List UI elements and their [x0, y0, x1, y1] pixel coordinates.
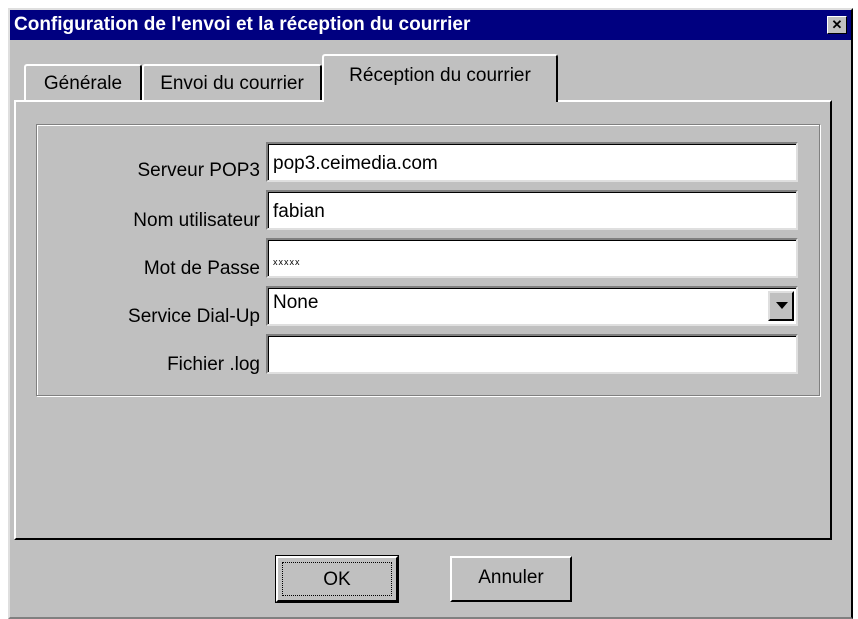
- tab-reception[interactable]: Réception du courrier: [322, 54, 558, 102]
- ok-button[interactable]: OK: [275, 555, 399, 603]
- tab-panel: [14, 100, 832, 540]
- ok-label: OK: [323, 569, 351, 590]
- tab-generale[interactable]: Générale: [24, 64, 142, 100]
- cancel-button[interactable]: Annuler: [450, 556, 572, 602]
- cancel-label: Annuler: [478, 567, 544, 588]
- tab-label: Réception du courrier: [349, 65, 531, 86]
- close-icon: ✕: [831, 17, 843, 32]
- window-title: Configuration de l'envoi et la réception…: [14, 14, 471, 35]
- tab-label: Générale: [43, 73, 123, 94]
- focus-rect: OK: [282, 562, 392, 596]
- tab-label: Envoi du courrier: [160, 73, 304, 94]
- tab-envoi[interactable]: Envoi du courrier: [142, 64, 322, 100]
- close-button[interactable]: ✕: [827, 16, 847, 34]
- title-bar: Configuration de l'envoi et la réception…: [10, 10, 851, 40]
